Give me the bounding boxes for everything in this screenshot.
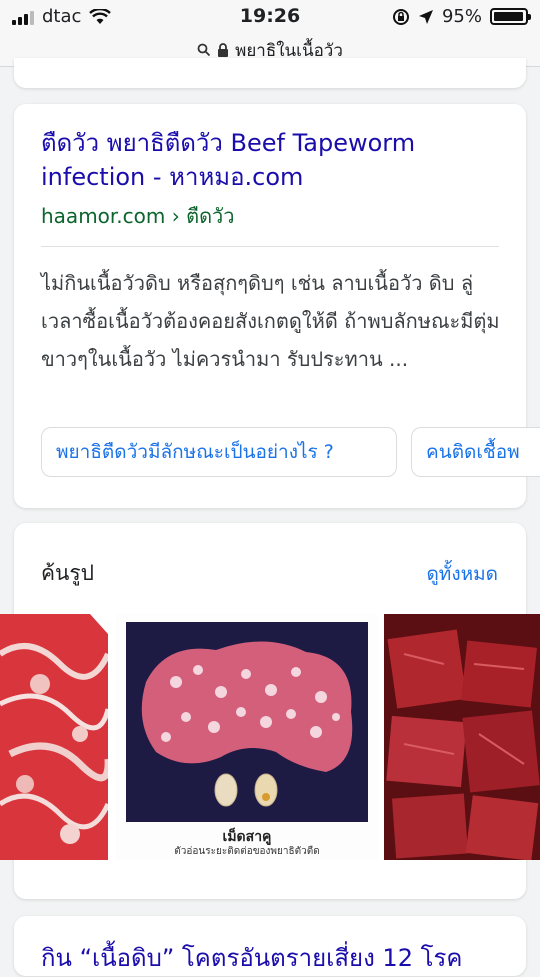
result-divider [41, 246, 499, 247]
status-right: 95% [392, 6, 531, 27]
search-icon [197, 43, 211, 57]
related-question-chip[interactable]: พยาธิตืดวัวมีลักษณะเป็นอย่างไร ? [41, 427, 397, 477]
status-bar: dtac 19:26 95% [0, 0, 540, 34]
next-result-title-link[interactable]: กิน “เนื้อดิบ” โคตรอันตรายเสี่ยง 12 โรค [41, 938, 462, 977]
image-thumbnail-2[interactable]: เม็ดสาคู ตัวอ่อนระยะติดต่อของพยาธิตัวตืด [116, 614, 378, 860]
beef-measles-photo [126, 622, 368, 822]
marbled-beef-image [0, 614, 108, 860]
raw-beef-image [384, 614, 540, 860]
image-thumbnail-3[interactable] [384, 614, 540, 860]
location-arrow-icon [418, 9, 433, 24]
next-result-card: กิน “เนื้อดิบ” โคตรอันตรายเสี่ยง 12 โรค [14, 916, 526, 976]
result-title-link[interactable]: ตืดวัว พยาธิตืดวัว Beef Tapeworm infecti… [41, 126, 501, 194]
result-url[interactable]: haamor.com › ตืดวัว [41, 200, 235, 232]
previous-card [14, 58, 526, 88]
related-question-chip-2[interactable]: คนติดเชื้อพ [411, 427, 540, 477]
image-thumbnail-1[interactable] [0, 614, 108, 860]
rotation-lock-icon [392, 8, 409, 25]
search-result-card: ตืดวัว พยาธิตืดวัว Beef Tapeworm infecti… [14, 104, 540, 508]
see-all-link[interactable]: ดูทั้งหมด [426, 559, 498, 589]
battery-percent: 95% [441, 6, 482, 27]
battery-icon [490, 8, 531, 25]
lock-icon [218, 43, 229, 57]
image-subcaption: ตัวอ่อนระยะติดต่อของพยาธิตัวตืด [174, 846, 320, 857]
images-heading: ค้นรูป [41, 561, 95, 585]
result-snippet: ไม่กินเนื้อวัวดิบ หรือสุกๆดิบๆ เช่น ลาบเ… [41, 271, 500, 371]
